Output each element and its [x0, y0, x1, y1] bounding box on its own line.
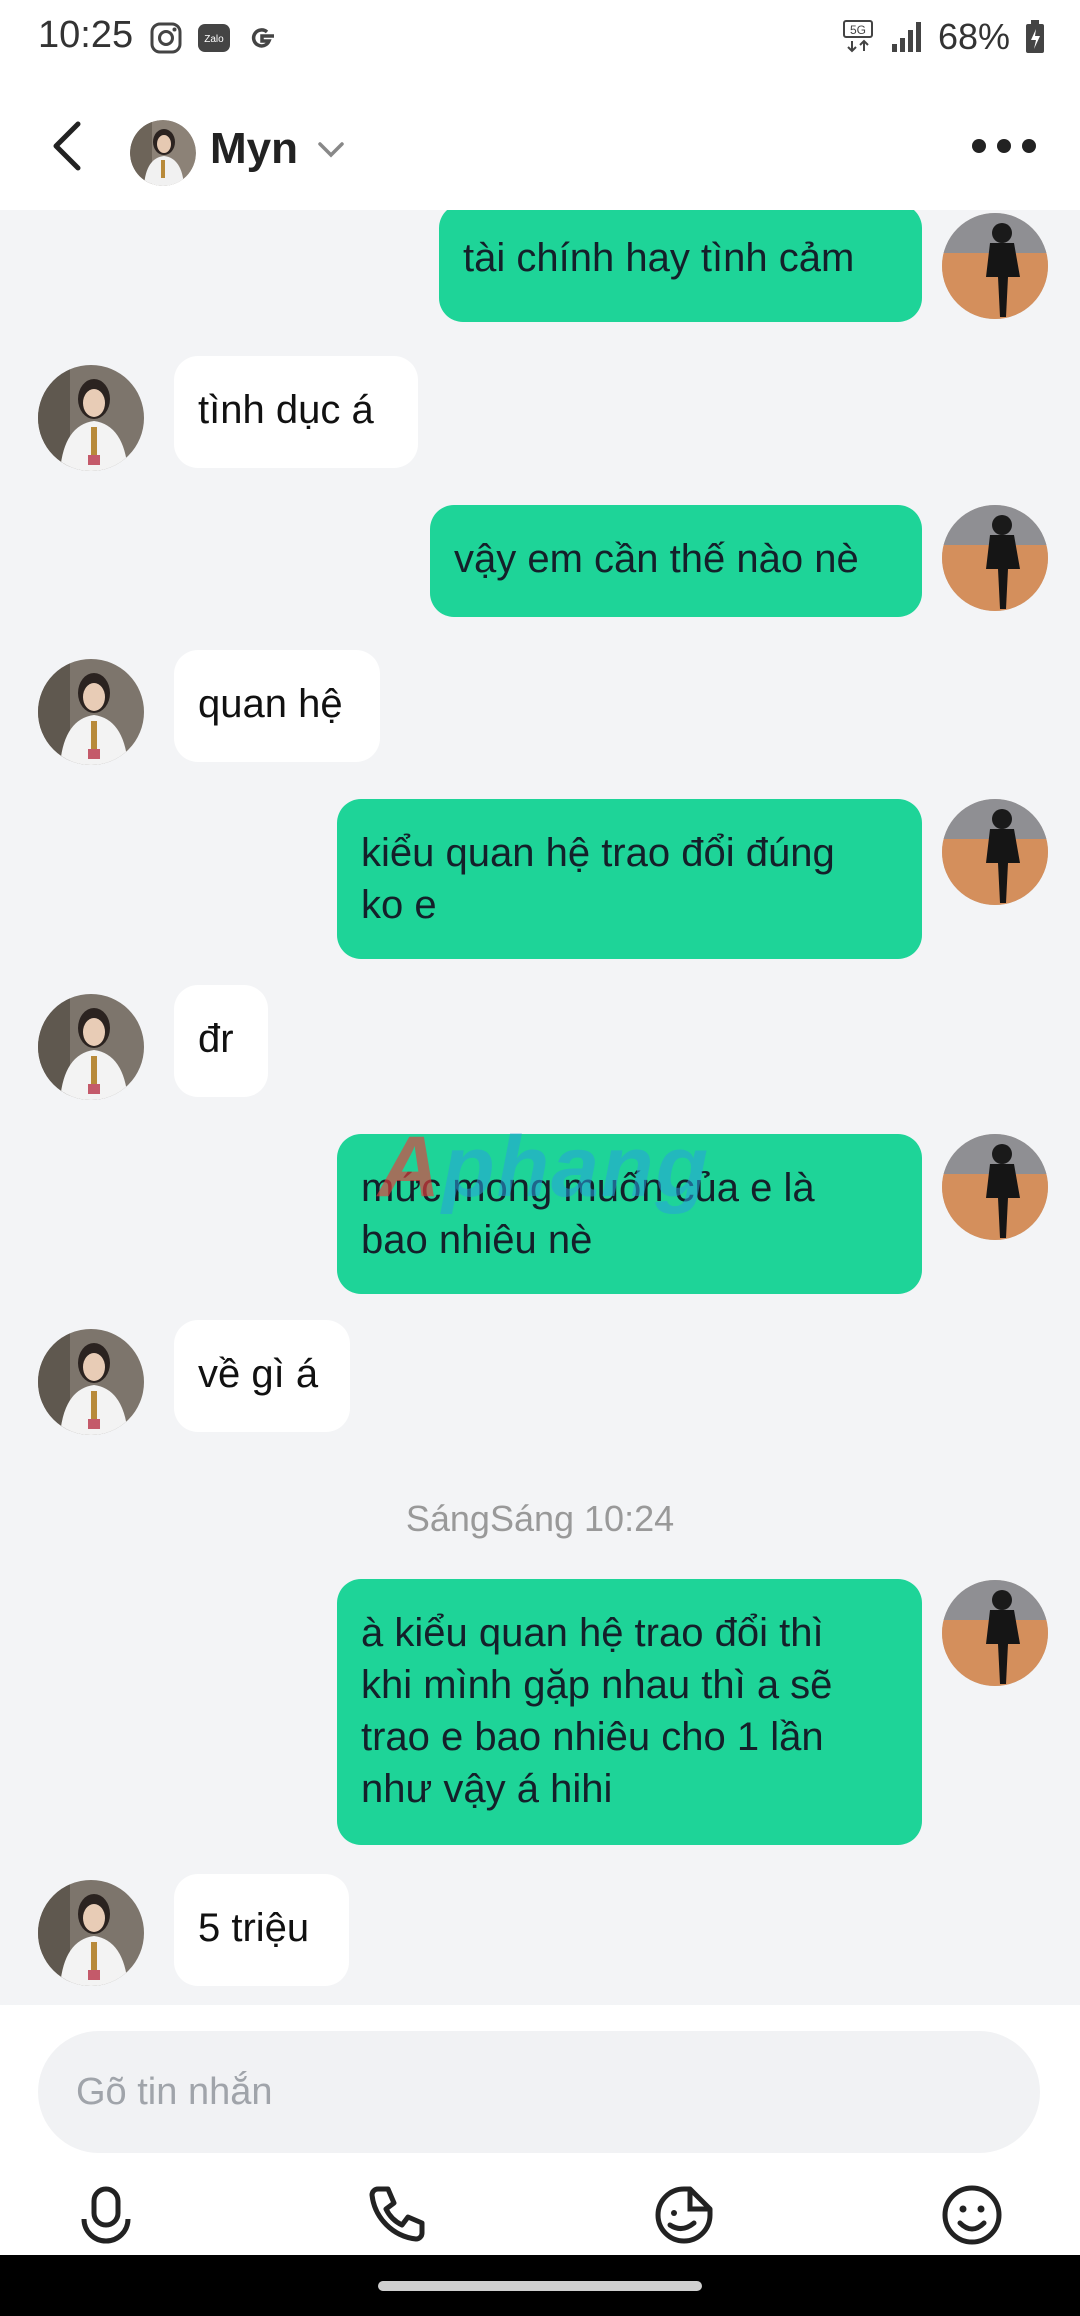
contact-avatar[interactable] [130, 120, 196, 186]
my-avatar[interactable] [942, 1580, 1048, 1686]
message-text: khi mình gặp nhau thì a sẽ [361, 1663, 833, 1707]
contact-message-avatar[interactable] [38, 1329, 144, 1435]
sent-message[interactable]: mức mong muốn của e là bao nhiêu nè [337, 1134, 922, 1294]
received-message[interactable]: quan hệ [174, 650, 380, 762]
battery-percent: 68% [937, 16, 1010, 57]
svg-text:5G: 5G [850, 23, 866, 37]
chat-thread[interactable]: tài chính hay tình cảm tình dục á vậy em… [0, 210, 1080, 2005]
more-icon[interactable] [972, 136, 1036, 156]
received-message[interactable]: 5 triệu [174, 1874, 349, 1986]
composer [0, 2005, 1080, 2255]
message-text: về gì á [198, 1352, 319, 1396]
contact-name[interactable]: Myn [210, 124, 298, 174]
emoji-icon[interactable] [940, 2183, 1004, 2247]
message-text: ko e [361, 883, 437, 927]
more-dot [1022, 139, 1036, 153]
message-text: vậy em cần thế nào nè [454, 537, 859, 581]
sent-message[interactable]: tài chính hay tình cảm [439, 210, 922, 322]
message-text: tình dục á [198, 388, 374, 432]
my-avatar[interactable] [942, 505, 1048, 611]
received-message[interactable]: về gì á [174, 1320, 350, 1432]
message-input[interactable] [38, 2031, 1040, 2153]
composer-toolbar [0, 2183, 1080, 2253]
message-text: đr [198, 1017, 234, 1061]
zalo-icon: Zalo [198, 24, 230, 52]
sticker-icon[interactable] [652, 2183, 716, 2247]
my-avatar[interactable] [942, 213, 1048, 319]
notification-icons: Zalo [148, 20, 280, 56]
microphone-icon[interactable] [74, 2183, 138, 2247]
status-right: 5G 68% [842, 16, 1046, 58]
message-text: tài chính hay tình cảm [463, 236, 855, 280]
status-bar: 10:25 Zalo 5G 68% [0, 0, 1080, 80]
status-time: 10:25 [38, 14, 134, 56]
message-timestamp: SángSáng 10:24 [405, 1498, 675, 1539]
chat-header: Myn [0, 80, 1080, 210]
contact-message-avatar[interactable] [38, 365, 144, 471]
svg-text:Zalo: Zalo [204, 34, 224, 45]
system-nav-bar [0, 2255, 1080, 2316]
message-text: à kiểu quan hệ trao đổi thì [361, 1611, 824, 1655]
signal-5g-icon: 5G [842, 20, 873, 53]
home-indicator[interactable] [378, 2281, 702, 2291]
sent-message[interactable]: kiểu quan hệ trao đổi đúng ko e [337, 799, 922, 959]
my-avatar[interactable] [942, 799, 1048, 905]
phone-icon[interactable] [364, 2183, 428, 2247]
message-text: 5 triệu [198, 1906, 310, 1950]
message-text: kiểu quan hệ trao đổi đúng [361, 831, 835, 875]
contact-message-avatar[interactable] [38, 994, 144, 1100]
received-message[interactable]: đr [174, 985, 268, 1097]
google-icon [251, 28, 274, 48]
more-dot [997, 139, 1011, 153]
message-text: quan hệ [198, 682, 343, 726]
message-text: mức mong muốn của e là [361, 1166, 815, 1210]
instagram-icon [150, 22, 182, 54]
sent-message[interactable]: à kiểu quan hệ trao đổi thì khi mình gặp… [337, 1579, 922, 1845]
cell-signal-icon [891, 22, 921, 52]
contact-message-avatar[interactable] [38, 659, 144, 765]
more-dot [972, 139, 986, 153]
chevron-down-icon[interactable] [316, 138, 346, 162]
message-text: trao e bao nhiêu cho 1 lần [361, 1715, 824, 1759]
message-text: bao nhiêu nè [361, 1218, 593, 1262]
contact-message-avatar[interactable] [38, 1880, 144, 1986]
battery-icon [1026, 20, 1044, 53]
message-text: như vậy á hihi [361, 1767, 613, 1811]
received-message[interactable]: tình dục á [174, 356, 418, 468]
back-arrow-icon[interactable] [40, 116, 96, 176]
sent-message[interactable]: vậy em cần thế nào nè [430, 505, 922, 617]
my-avatar[interactable] [942, 1134, 1048, 1240]
